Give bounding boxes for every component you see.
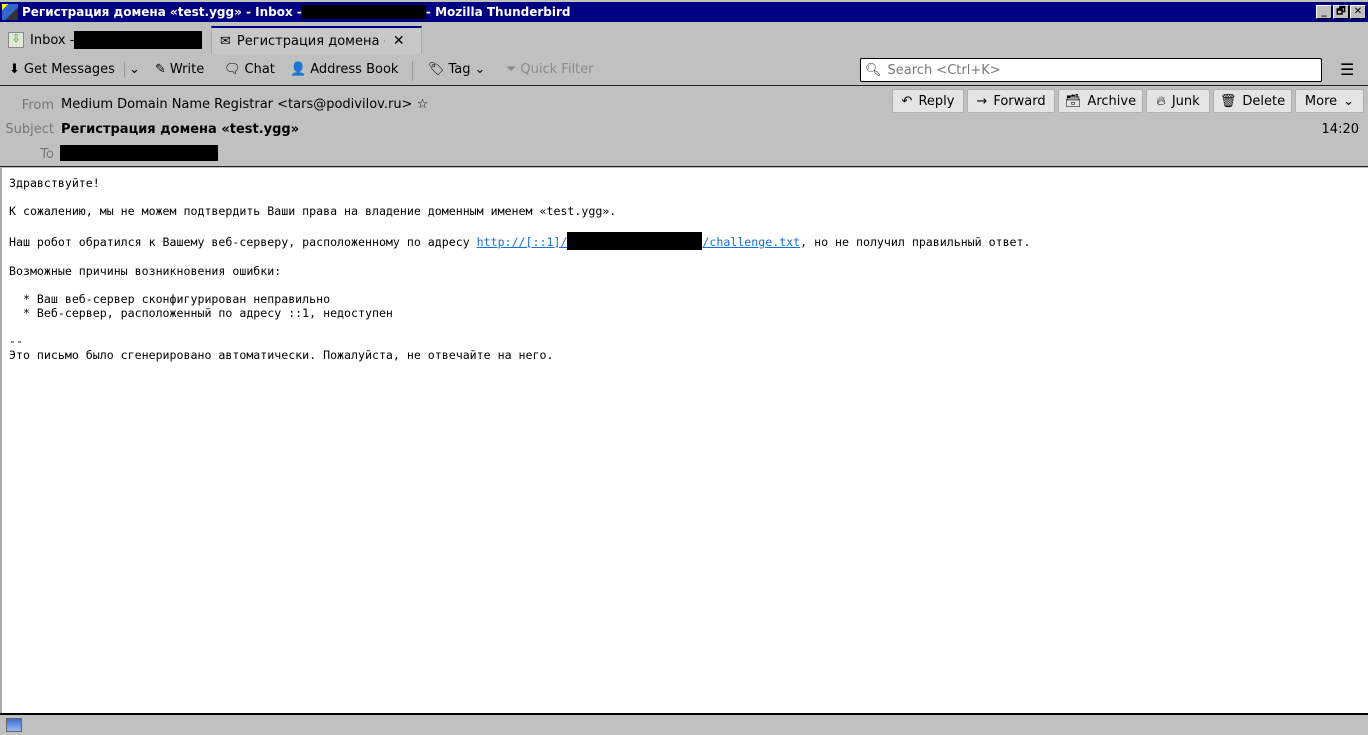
chevron-down-icon: ⌄ xyxy=(474,62,486,77)
label: Address Book xyxy=(310,62,399,77)
redacted-path xyxy=(567,232,703,250)
junk-button[interactable]: 🔥︎ Junk xyxy=(1146,89,1210,113)
label: Quick Filter xyxy=(520,62,594,77)
signature-separator: -- xyxy=(9,334,23,348)
chevron-down-icon: ⌄ xyxy=(1343,93,1355,109)
from-value[interactable]: Medium Domain Name Registrar <tars@podiv… xyxy=(61,97,428,112)
inbox-icon: ⇩ xyxy=(8,32,24,48)
tab-label: Inbox - xyxy=(30,32,75,48)
restore-button[interactable]: 🗗 xyxy=(1333,5,1349,19)
label: Get Messages xyxy=(23,62,115,77)
more-button[interactable]: More ⌄ xyxy=(1295,89,1364,113)
body-line: Возможные причины возникновения ошибки: xyxy=(9,264,282,278)
search-placeholder: Search <Ctrl+K> xyxy=(887,62,1001,78)
message-header: From Medium Domain Name Registrar <tars@… xyxy=(0,87,1368,167)
from-label: From xyxy=(21,98,54,113)
address-book-button[interactable]: 👤 Address Book xyxy=(290,62,398,77)
tag-button[interactable]: 🏷 Tag ⌄ xyxy=(428,62,485,77)
body-line: * Веб-сервер, расположенный по адресу ::… xyxy=(9,306,393,320)
minimize-button[interactable]: _ xyxy=(1316,5,1332,19)
label: More xyxy=(1304,93,1338,109)
chevron-down-icon: ⌄ xyxy=(129,62,140,77)
body-line: * Ваш веб-сервер сконфигурирован неправи… xyxy=(9,292,331,306)
redacted-account xyxy=(301,5,426,19)
label: Chat xyxy=(244,62,275,77)
body-line: Здравствуйте! xyxy=(9,176,100,190)
label: Tag xyxy=(448,62,471,77)
close-tab-icon[interactable]: ✕ xyxy=(393,33,405,49)
search-icon: 🔍︎ xyxy=(865,62,882,78)
body-line: , но не получил правильный ответ. xyxy=(800,235,1031,249)
window-titlebar: Регистрация домена «test.ygg» - Inbox - … xyxy=(0,2,1368,22)
app-menu-icon[interactable]: ☰ xyxy=(1340,60,1354,79)
body-line: Наш робот обратился к Вашему веб-серверу… xyxy=(9,235,477,249)
network-status-icon[interactable] xyxy=(6,718,22,732)
window-title-suffix: - Mozilla Thunderbird xyxy=(425,5,571,19)
label: Write xyxy=(169,62,205,77)
delete-button[interactable]: 🗑 Delete xyxy=(1213,89,1292,113)
tab-label: Регистрация домена « xyxy=(236,33,385,49)
thunderbird-icon xyxy=(2,4,18,20)
close-window-button[interactable]: ✕ xyxy=(1350,5,1366,19)
status-bar xyxy=(0,713,1368,735)
tab-bar: ⇩ Inbox - ✉ Регистрация домена « ✕ xyxy=(0,24,1368,54)
label: Delete xyxy=(1242,93,1286,109)
link-part: http://[::1]/ xyxy=(476,235,568,249)
window-title: Регистрация домена «test.ygg» - Inbox - xyxy=(22,5,302,19)
search-input[interactable]: 🔍︎ Search <Ctrl+K> xyxy=(860,58,1322,82)
subject-value: Регистрация домена «test.ygg» xyxy=(61,122,300,137)
tag-icon: 🏷 xyxy=(428,62,445,77)
body-line: К сожалению, мы не можем подтвердить Ваш… xyxy=(9,204,617,218)
forward-button[interactable]: → Forward xyxy=(967,89,1055,113)
reply-button[interactable]: ↶ Reply xyxy=(892,89,964,113)
body-line: Это письмо было сгенерировано автоматиче… xyxy=(9,348,554,362)
chat-button[interactable]: 🗨 Chat xyxy=(224,62,275,77)
link-part: /challenge.txt xyxy=(702,235,801,249)
get-messages-dropdown[interactable]: ⌄ xyxy=(124,62,140,77)
redacted-recipient xyxy=(60,145,218,161)
write-button[interactable]: ✎ Write xyxy=(155,62,204,77)
reply-icon: ↶ xyxy=(901,93,913,109)
filter-icon: ⏷ xyxy=(506,62,517,77)
tab-inbox[interactable]: ⇩ Inbox - xyxy=(4,26,208,54)
download-icon: ⬇ xyxy=(9,62,20,77)
pencil-icon: ✎ xyxy=(155,62,166,77)
label: Reply xyxy=(918,93,955,109)
label: Junk xyxy=(1171,93,1200,109)
to-label: To xyxy=(40,147,54,162)
flame-icon: 🔥︎ xyxy=(1156,93,1166,109)
label: Archive xyxy=(1087,93,1137,109)
archive-button[interactable]: 🗃 Archive xyxy=(1058,89,1143,113)
tab-message[interactable]: ✉ Регистрация домена « ✕ xyxy=(211,26,422,54)
label: Forward xyxy=(993,93,1046,109)
message-time: 14:20 xyxy=(1321,122,1359,137)
envelope-icon: ✉ xyxy=(220,33,231,49)
star-icon[interactable]: ☆ xyxy=(417,97,429,112)
chat-icon: 🗨 xyxy=(224,62,241,77)
quick-filter-button[interactable]: ⏷ Quick Filter xyxy=(506,62,594,77)
sender: Medium Domain Name Registrar <tars@podiv… xyxy=(61,97,413,112)
message-body: Здравствуйте! К сожалению, мы не можем п… xyxy=(0,168,1368,713)
archive-icon: 🗃 xyxy=(1064,93,1082,109)
challenge-link[interactable]: http://[::1]/ /challenge.txt xyxy=(476,232,801,250)
subject-label: Subject xyxy=(5,122,54,137)
trash-icon: 🗑 xyxy=(1219,93,1237,109)
contact-icon: 👤 xyxy=(290,62,307,77)
redacted-account xyxy=(74,31,203,49)
forward-arrow-icon: → xyxy=(976,93,988,109)
get-messages-button[interactable]: ⬇ Get Messages xyxy=(9,62,115,77)
separator xyxy=(412,61,413,81)
